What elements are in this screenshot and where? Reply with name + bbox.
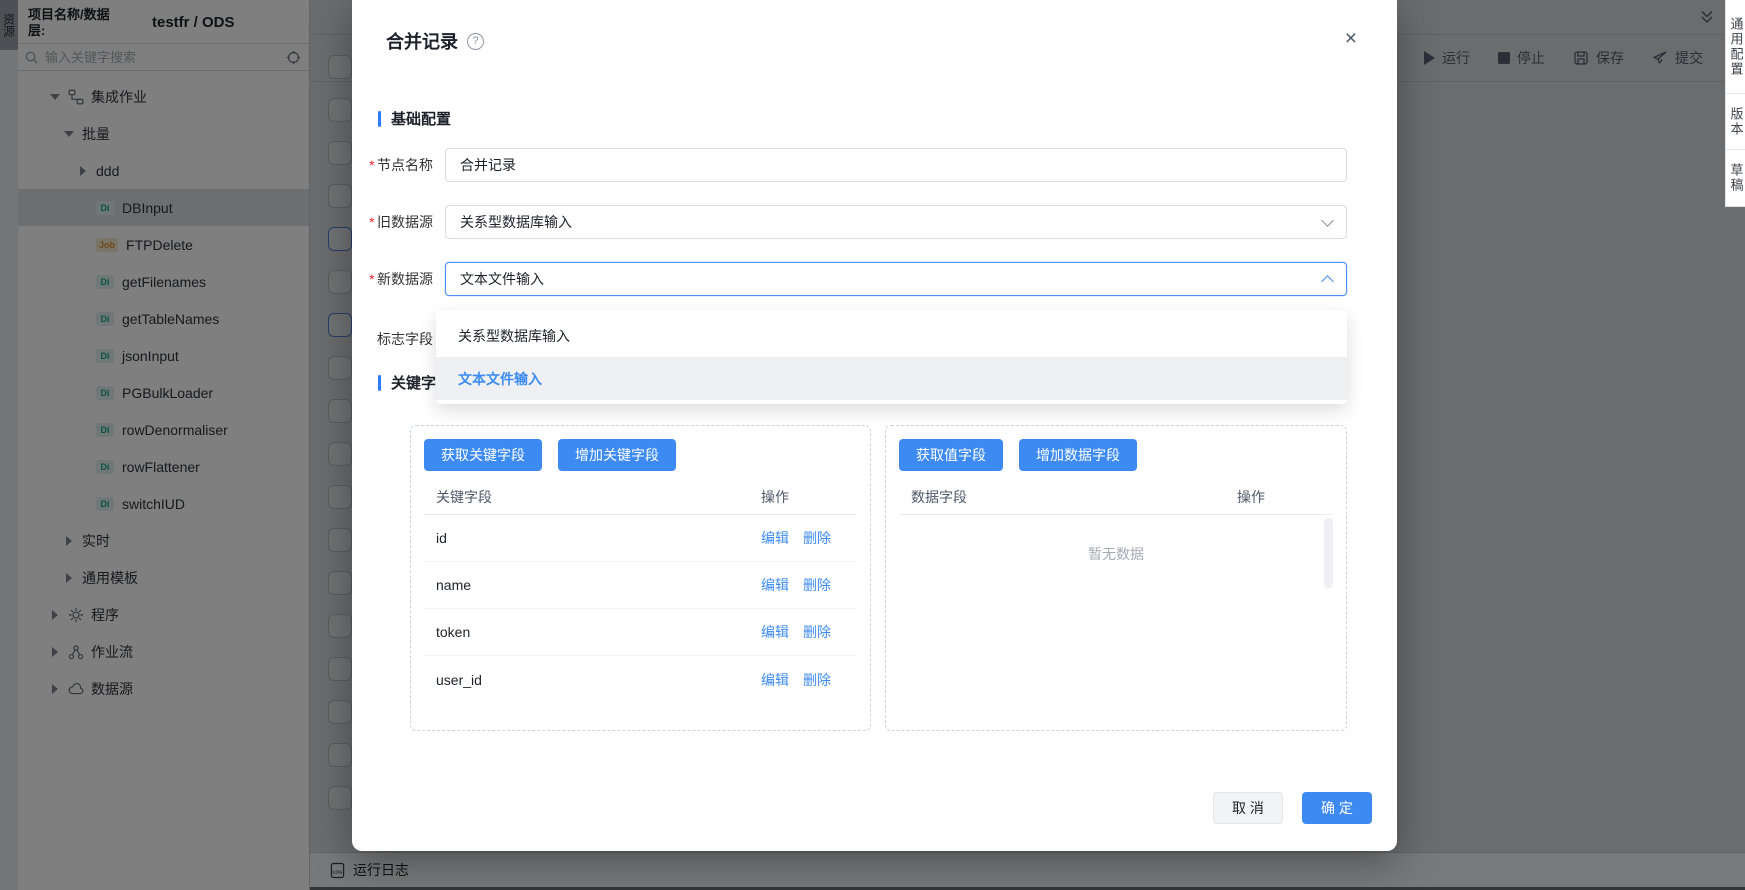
key-fields-table: 关键字段 操作 id 编辑删除 name 编辑删除 token 编辑删除 use… (424, 479, 857, 703)
delete-link[interactable]: 删除 (803, 575, 831, 595)
section-bar (378, 111, 381, 127)
empty-state: 暂无数据 (899, 515, 1333, 593)
section-bar (378, 375, 381, 391)
empty-text: 暂无数据 (1088, 544, 1144, 564)
delete-link[interactable]: 删除 (803, 528, 831, 548)
node-name-input[interactable] (445, 148, 1347, 182)
flag-field-label: 标志字段 (360, 329, 433, 349)
value-fields-table: 数据字段 操作 暂无数据 (899, 479, 1333, 593)
new-source-dropdown: 关系型数据库输入 文本文件输入 (436, 310, 1347, 404)
chevron-up-icon (1321, 275, 1334, 288)
node-name-row: *节点名称 (360, 148, 1347, 182)
close-icon[interactable]: × (1345, 28, 1357, 49)
add-key-field-button[interactable]: 增加关键字段 (558, 439, 676, 471)
table-row: id 编辑删除 (424, 515, 857, 562)
fetch-key-fields-button[interactable]: 获取关键字段 (424, 439, 542, 471)
chevron-down-icon (1321, 214, 1334, 227)
table-row: user_id 编辑删除 (424, 656, 857, 703)
col-data-field: 数据字段 (899, 487, 1237, 507)
required-mark: * (369, 214, 374, 230)
key-fields-panel: 获取关键字段 增加关键字段 关键字段 操作 id 编辑删除 name 编辑删除 … (410, 425, 871, 731)
edit-link[interactable]: 编辑 (761, 622, 789, 642)
confirm-button[interactable]: 确 定 (1302, 792, 1372, 824)
delete-link[interactable]: 删除 (803, 622, 831, 642)
edit-link[interactable]: 编辑 (761, 670, 789, 690)
key-field-name: name (424, 577, 761, 593)
table-row: name 编辑删除 (424, 562, 857, 609)
required-mark: * (369, 271, 374, 287)
new-source-row: *新数据源 文本文件输入 (360, 262, 1347, 296)
old-source-label: *旧数据源 (360, 212, 433, 232)
merge-records-dialog: 合并记录 ? × 基础配置 *节点名称 *旧数据源 关系型数据库输入 *新数据源… (352, 0, 1397, 851)
scrollbar-track[interactable] (1324, 518, 1333, 588)
new-source-value: 文本文件输入 (460, 269, 544, 289)
section-basic-label: 基础配置 (391, 108, 451, 129)
col-operations: 操作 (1237, 487, 1333, 507)
col-operations: 操作 (761, 487, 857, 507)
value-fields-panel: 获取值字段 增加数据字段 数据字段 操作 暂无数据 (885, 425, 1347, 731)
old-source-select[interactable]: 关系型数据库输入 (445, 205, 1347, 239)
old-source-row: *旧数据源 关系型数据库输入 (360, 205, 1347, 239)
fetch-value-fields-button[interactable]: 获取值字段 (899, 439, 1003, 471)
edit-link[interactable]: 编辑 (761, 575, 789, 595)
dropdown-option-text-file[interactable]: 文本文件输入 (436, 357, 1347, 400)
table-row: token 编辑删除 (424, 609, 857, 656)
key-field-name: token (424, 624, 761, 640)
section-basic-config: 基础配置 (378, 108, 451, 129)
key-field-name: user_id (424, 672, 761, 688)
required-mark: * (369, 157, 374, 173)
tab-version[interactable]: 版本 (1726, 94, 1745, 150)
dropdown-option-relational-db[interactable]: 关系型数据库输入 (436, 314, 1347, 357)
help-icon[interactable]: ? (467, 33, 484, 50)
key-field-name: id (424, 530, 761, 546)
cancel-button[interactable]: 取 消 (1213, 792, 1283, 824)
flag-field-row: 标志字段 (360, 322, 445, 356)
dialog-title: 合并记录 (386, 28, 458, 54)
new-source-select[interactable]: 文本文件输入 (445, 262, 1347, 296)
right-tab-bar: 通用配置 版本 草稿 (1725, 0, 1745, 207)
node-name-label: *节点名称 (360, 155, 433, 175)
new-source-label: *新数据源 (360, 269, 433, 289)
edit-link[interactable]: 编辑 (761, 528, 789, 548)
dialog-title-row: 合并记录 ? (386, 28, 484, 54)
delete-link[interactable]: 删除 (803, 670, 831, 690)
old-source-value: 关系型数据库输入 (460, 212, 572, 232)
tab-draft[interactable]: 草稿 (1726, 150, 1745, 207)
add-data-field-button[interactable]: 增加数据字段 (1019, 439, 1137, 471)
col-key-field: 关键字段 (424, 487, 761, 507)
tab-general-config[interactable]: 通用配置 (1726, 0, 1745, 94)
